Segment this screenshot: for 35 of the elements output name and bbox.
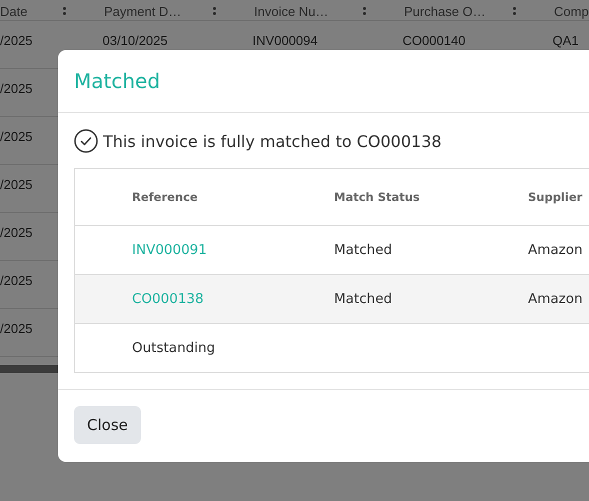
table-cell: Outstanding — [132, 340, 216, 356]
table-cell: Amazon — [528, 291, 583, 307]
column-header: Supplier — [528, 190, 584, 204]
reference-link[interactable]: INV000091 — [132, 242, 207, 258]
table-cell: /2025 — [0, 81, 33, 96]
match-message: This invoice is fully matched to CO000138 — [103, 132, 442, 150]
table-cell-text: INV000094 — [252, 33, 319, 48]
table-cell: Matched — [334, 242, 392, 258]
column-header: Date — [0, 4, 28, 18]
table-cell-text: 03/10/2025 — [102, 33, 169, 48]
table-cell: /2025 — [0, 33, 33, 48]
close-button[interactable]: Close — [74, 406, 141, 444]
table-cell: /2025 — [0, 177, 33, 192]
column-menu-icon[interactable] — [213, 7, 216, 15]
column-header: Invoice Nu… — [254, 4, 328, 18]
dialog-title: Matched — [74, 69, 160, 93]
table-cell: Matched — [334, 291, 392, 307]
check-circle-icon — [74, 129, 98, 153]
scrollbar[interactable] — [0, 365, 58, 373]
table-cell: /2025 — [0, 129, 33, 144]
table-cell: /2025 — [0, 225, 33, 240]
table-cell: /2025 — [0, 273, 33, 288]
column-menu-icon[interactable] — [513, 7, 516, 15]
column-header: Purchase O… — [404, 4, 486, 18]
table-cell: Amazon — [528, 242, 583, 258]
column-header: Comp — [554, 4, 589, 18]
column-menu-icon[interactable] — [363, 7, 366, 15]
table-cell-text: CO000140 — [402, 33, 466, 48]
column-header: Match Status — [334, 190, 421, 204]
column-menu-icon[interactable] — [63, 7, 66, 15]
reference-link[interactable]: CO000138 — [132, 291, 204, 307]
table-cell: QA1 — [552, 33, 579, 48]
table-cell: /2025 — [0, 321, 33, 336]
column-header: Reference — [132, 190, 199, 204]
column-header: Payment D… — [104, 4, 182, 18]
